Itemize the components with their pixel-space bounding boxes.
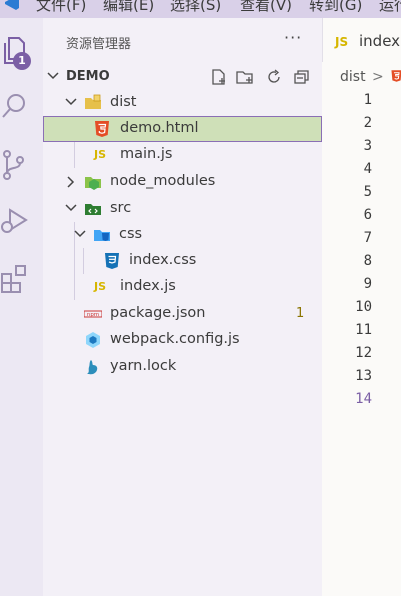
- menu-selection[interactable]: 选择(S): [170, 0, 221, 15]
- tree-item-label: css: [119, 226, 143, 242]
- tree-item-label: dist: [110, 94, 137, 110]
- more-actions-button[interactable]: ···: [284, 28, 302, 47]
- tree-item-webpack-config[interactable]: webpack.config.js: [43, 327, 322, 353]
- extensions-icon: [1, 265, 26, 293]
- tree-item-main-js[interactable]: JS main.js: [43, 142, 322, 168]
- collapse-all-icon[interactable]: [292, 68, 310, 86]
- folder-src-icon: [85, 204, 101, 215]
- line-number: 1: [363, 92, 372, 108]
- html5-icon: [95, 121, 109, 137]
- menu-go[interactable]: 转到(G): [309, 0, 362, 15]
- search-icon: [2, 94, 25, 118]
- tree-item-label: webpack.config.js: [110, 331, 240, 347]
- new-folder-icon[interactable]: [236, 68, 254, 86]
- folder-node-icon: [85, 177, 101, 190]
- chevron-right-icon: [67, 176, 75, 188]
- tree-item-label: index.css: [129, 252, 197, 268]
- menu-run[interactable]: 运行: [379, 0, 401, 15]
- tree-item-package-json[interactable]: npm package.json 1: [43, 301, 322, 327]
- menu-view[interactable]: 查看(V): [240, 0, 292, 15]
- tree-item-index-js[interactable]: JS index.js: [43, 274, 322, 300]
- tree-item-demo-html[interactable]: demo.html: [43, 116, 322, 142]
- workspace-name: DEMO: [66, 69, 110, 84]
- javascript-icon: JS: [94, 280, 107, 293]
- tab-label: index.: [359, 32, 401, 50]
- tree-item-label: src: [110, 200, 132, 216]
- line-number-active: 14: [355, 391, 372, 407]
- line-number: 4: [363, 161, 372, 177]
- tree-item-label: node_modules: [110, 173, 216, 189]
- webpack-icon: [86, 332, 100, 348]
- line-number: 3: [363, 138, 372, 154]
- tree-item-src[interactable]: src: [43, 196, 322, 222]
- extensions-button[interactable]: [0, 262, 30, 296]
- line-number: 2: [363, 115, 372, 131]
- menu-edit[interactable]: 编辑(E): [103, 0, 154, 15]
- chevron-down-icon: [74, 230, 86, 238]
- tree-item-yarn-lock[interactable]: yarn.lock: [43, 354, 322, 380]
- svg-text:npm: npm: [87, 312, 99, 318]
- editor-area: JS index. dist > 1 2 3 4 5 6 7 8 9 10 11…: [322, 18, 401, 596]
- css3-icon: [105, 253, 119, 269]
- run-debug-icon: [1, 208, 28, 233]
- menu-bar: 文件(F) 编辑(E) 选择(S) 查看(V) 转到(G) 运行: [0, 0, 401, 18]
- javascript-icon: JS: [94, 148, 107, 161]
- chevron-down-icon: [65, 98, 77, 106]
- tree-item-label: index.js: [120, 278, 176, 294]
- breadcrumb-folder[interactable]: dist: [340, 69, 366, 85]
- javascript-icon: JS: [335, 35, 349, 49]
- npm-icon: npm: [84, 310, 102, 318]
- tree-item-label: main.js: [120, 146, 173, 162]
- breadcrumb: dist >: [340, 69, 401, 85]
- explorer-badge: 1: [13, 52, 31, 70]
- line-number: 8: [363, 253, 372, 269]
- tree-item-label: yarn.lock: [110, 358, 177, 374]
- breadcrumb-separator: >: [372, 69, 384, 85]
- line-number: 7: [363, 230, 372, 246]
- tree-item-label: demo.html: [120, 120, 199, 136]
- refresh-icon[interactable]: [265, 68, 283, 86]
- explorer-sidebar: 资源管理器 ··· DEMO dist demo.html JS main.js…: [43, 18, 322, 596]
- problem-count-badge: 1: [296, 306, 305, 321]
- chevron-down-icon: [65, 204, 77, 212]
- yarn-icon: [87, 360, 98, 375]
- source-control-icon: [3, 150, 24, 180]
- tree-item-node-modules[interactable]: node_modules: [43, 169, 322, 195]
- line-number: 6: [363, 207, 372, 223]
- tree-item-label: package.json: [110, 305, 206, 321]
- line-number: 11: [355, 322, 372, 338]
- menu-file[interactable]: 文件(F): [36, 0, 86, 15]
- search-button[interactable]: [0, 90, 30, 124]
- line-number: 9: [363, 276, 372, 292]
- editor-tab-index-js[interactable]: JS index.: [322, 18, 401, 62]
- tree-item-css[interactable]: css: [43, 222, 322, 248]
- line-number: 13: [355, 368, 372, 384]
- folder-css-icon: [94, 230, 110, 241]
- workspace-section-header[interactable]: DEMO: [43, 66, 322, 88]
- activity-bar: 1: [0, 18, 43, 596]
- line-number: 12: [355, 345, 372, 361]
- explorer-title: 资源管理器: [66, 37, 132, 52]
- tree-item-dist[interactable]: dist: [43, 90, 322, 116]
- folder-dist-icon: [85, 94, 101, 109]
- source-control-button[interactable]: [0, 148, 30, 182]
- tree-item-index-css[interactable]: index.css: [43, 248, 322, 274]
- line-number: 5: [363, 184, 372, 200]
- chevron-down-icon: [47, 72, 59, 80]
- new-file-icon[interactable]: [210, 68, 228, 86]
- line-number: 10: [355, 299, 372, 315]
- run-debug-button[interactable]: [0, 204, 30, 238]
- vscode-logo-icon: [5, 0, 19, 10]
- html5-icon: [391, 70, 401, 82]
